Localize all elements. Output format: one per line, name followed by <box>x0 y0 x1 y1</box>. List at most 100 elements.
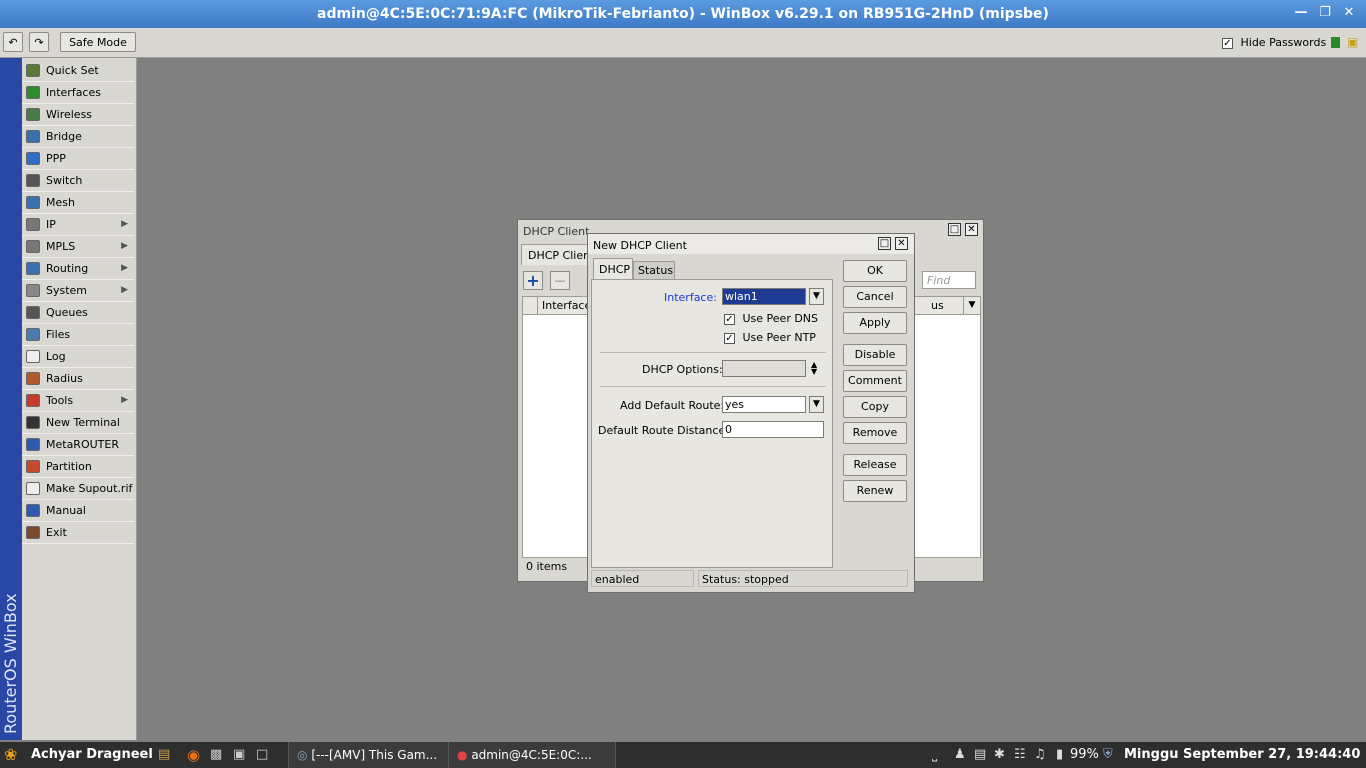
sidebar-item-routing[interactable]: Routing ▶ <box>22 258 134 280</box>
column-interface[interactable]: Interface <box>542 299 591 312</box>
keyboard-icon[interactable]: ⎵ <box>932 742 937 768</box>
sidebar-item-bridge[interactable]: Bridge <box>22 126 134 148</box>
sidebar-item-label: Log <box>46 350 66 363</box>
sidebar-item-interfaces[interactable]: Interfaces <box>22 82 134 104</box>
add-default-route-select[interactable]: yes <box>722 396 806 413</box>
sidebar-item-radius[interactable]: Radius <box>22 368 134 390</box>
sidebar-item-label: New Terminal <box>46 416 120 429</box>
safe-mode-button[interactable]: Safe Mode <box>60 32 136 52</box>
routing-icon <box>26 262 40 275</box>
cancel-button[interactable]: Cancel <box>843 286 907 308</box>
network-icon[interactable]: ☷ <box>1014 742 1026 768</box>
sidebar-item-label: PPP <box>46 152 66 165</box>
tab-dhcp-client[interactable]: DHCP Client <box>521 244 594 265</box>
release-button[interactable]: Release <box>843 454 907 476</box>
queues-icon <box>26 306 40 319</box>
firefox-icon[interactable]: ◉ <box>187 742 205 768</box>
sidebar-item-make-supout-rif[interactable]: Make Supout.rif <box>22 478 134 500</box>
interface-select[interactable]: wlan1 <box>722 288 806 305</box>
find-input[interactable]: Find <box>922 271 976 289</box>
task-media-player[interactable]: ◎ [---[AMV] This Gam... <box>288 742 450 768</box>
sidebar-item-wireless[interactable]: Wireless <box>22 104 134 126</box>
sidebar-item-ip[interactable]: IP ▶ <box>22 214 134 236</box>
sidebar-item-quick-set[interactable]: Quick Set <box>22 60 134 82</box>
volume-icon[interactable]: ♫ <box>1034 742 1046 768</box>
column-status[interactable]: us <box>931 299 944 312</box>
bluetooth-icon[interactable]: ✱ <box>994 742 1005 768</box>
sidebar-item-metarouter[interactable]: MetaROUTER <box>22 434 134 456</box>
sidebar-item-queues[interactable]: Queues <box>22 302 134 324</box>
window-title: admin@4C:5E:0C:71:9A:FC (MikroTik-Febria… <box>317 6 1049 22</box>
use-peer-dns-checkbox[interactable]: ✓ Use Peer DNS <box>724 312 818 325</box>
start-menu-icon[interactable]: ❀ <box>4 742 26 768</box>
add-default-route-dropdown-button[interactable]: ▼ <box>809 396 824 413</box>
sidebar-item-log[interactable]: Log <box>22 346 134 368</box>
task-winbox[interactable]: ● admin@4C:5E:0C:... <box>448 742 616 768</box>
sidebar-item-files[interactable]: Files <box>22 324 134 346</box>
sidebar-item-new-terminal[interactable]: New Terminal <box>22 412 134 434</box>
column-chooser-icon[interactable]: ▼ <box>963 297 980 314</box>
file-manager-icon[interactable]: ▤ <box>158 742 174 768</box>
sidebar-item-manual[interactable]: Manual <box>22 500 134 522</box>
ok-button[interactable]: OK <box>843 260 907 282</box>
sidebar-item-switch[interactable]: Switch <box>22 170 134 192</box>
dhcp-options-field[interactable] <box>722 360 806 377</box>
chevron-right-icon: ▶ <box>121 285 128 295</box>
dialog-close-button[interactable]: ✕ <box>895 237 908 250</box>
select-all-column[interactable] <box>523 297 538 314</box>
sidebar-item-tools[interactable]: Tools ▶ <box>22 390 134 412</box>
toolbar: ↶ ↷ Safe Mode ✓ Hide Passwords ▣ <box>0 28 1366 58</box>
sidebar-item-ppp[interactable]: PPP <box>22 148 134 170</box>
terminal-icon[interactable]: ▩ <box>210 742 228 768</box>
sidebar-item-label: Switch <box>46 174 83 187</box>
dhcp-options-updown-icon[interactable]: ▲ ▼ <box>811 361 817 376</box>
dialog-maximize-button[interactable]: □ <box>878 237 891 250</box>
copy-button[interactable]: Copy <box>843 396 907 418</box>
undo-button[interactable]: ↶ <box>3 32 23 52</box>
use-peer-ntp-checkbox[interactable]: ✓ Use Peer NTP <box>724 331 816 344</box>
camera-icon[interactable]: ▣ <box>233 742 251 768</box>
sidebar-item-partition[interactable]: Partition <box>22 456 134 478</box>
sidebar-item-system[interactable]: System ▶ <box>22 280 134 302</box>
battery-icon[interactable]: ▮ <box>1056 742 1063 768</box>
terminal-icon <box>26 416 40 429</box>
sidebar-item-label: MPLS <box>46 240 76 253</box>
hide-passwords-checkbox[interactable]: ✓ Hide Passwords <box>1222 36 1326 49</box>
redo-icon: ↷ <box>34 36 44 49</box>
dhcp-client-maximize-button[interactable]: □ <box>948 223 961 236</box>
chevron-down-icon: ▼ <box>813 291 820 301</box>
remove-item-button[interactable]: — <box>550 271 570 290</box>
chevron-right-icon: ▶ <box>121 395 128 405</box>
tab-dhcp[interactable]: DHCP <box>593 258 633 280</box>
interface-dropdown-button[interactable]: ▼ <box>809 288 824 305</box>
add-button[interactable]: + <box>523 271 543 290</box>
switch-icon <box>26 174 40 187</box>
maximize-button[interactable]: ❐ <box>1316 4 1334 22</box>
clock[interactable]: Minggu September 27, 19:44:40 <box>1124 742 1360 768</box>
redo-button[interactable]: ↷ <box>29 32 49 52</box>
sidebar-item-mesh[interactable]: Mesh <box>22 192 134 214</box>
tab-status[interactable]: Status <box>633 261 675 279</box>
sidebar-item-mpls[interactable]: MPLS ▶ <box>22 236 134 258</box>
chevron-down-icon: ▼ <box>813 399 820 409</box>
plus-icon: + <box>526 271 540 290</box>
default-route-distance-input[interactable]: 0 <box>722 421 824 438</box>
sidebar-item-exit[interactable]: Exit <box>22 522 134 544</box>
close-button[interactable]: ✕ <box>1340 4 1358 22</box>
sidebar-item-label: Exit <box>46 526 67 539</box>
minimize-button[interactable]: — <box>1292 4 1310 22</box>
clipboard-icon[interactable]: ▤ <box>974 742 986 768</box>
apply-button[interactable]: Apply <box>843 312 907 334</box>
folder-icon[interactable]: □ <box>256 742 274 768</box>
quick-set-icon <box>26 64 40 77</box>
dhcp-client-close-button[interactable]: ✕ <box>965 223 978 236</box>
shield-icon[interactable]: ⛨ <box>1103 742 1113 768</box>
disable-button[interactable]: Disable <box>843 344 907 366</box>
undo-icon: ↶ <box>8 36 18 49</box>
comment-button[interactable]: Comment <box>843 370 907 392</box>
user-icon[interactable]: ♟ <box>954 742 966 768</box>
remove-button[interactable]: Remove <box>843 422 907 444</box>
system-icon <box>26 284 40 297</box>
sidebar-item-label: Routing <box>46 262 89 275</box>
renew-button[interactable]: Renew <box>843 480 907 502</box>
